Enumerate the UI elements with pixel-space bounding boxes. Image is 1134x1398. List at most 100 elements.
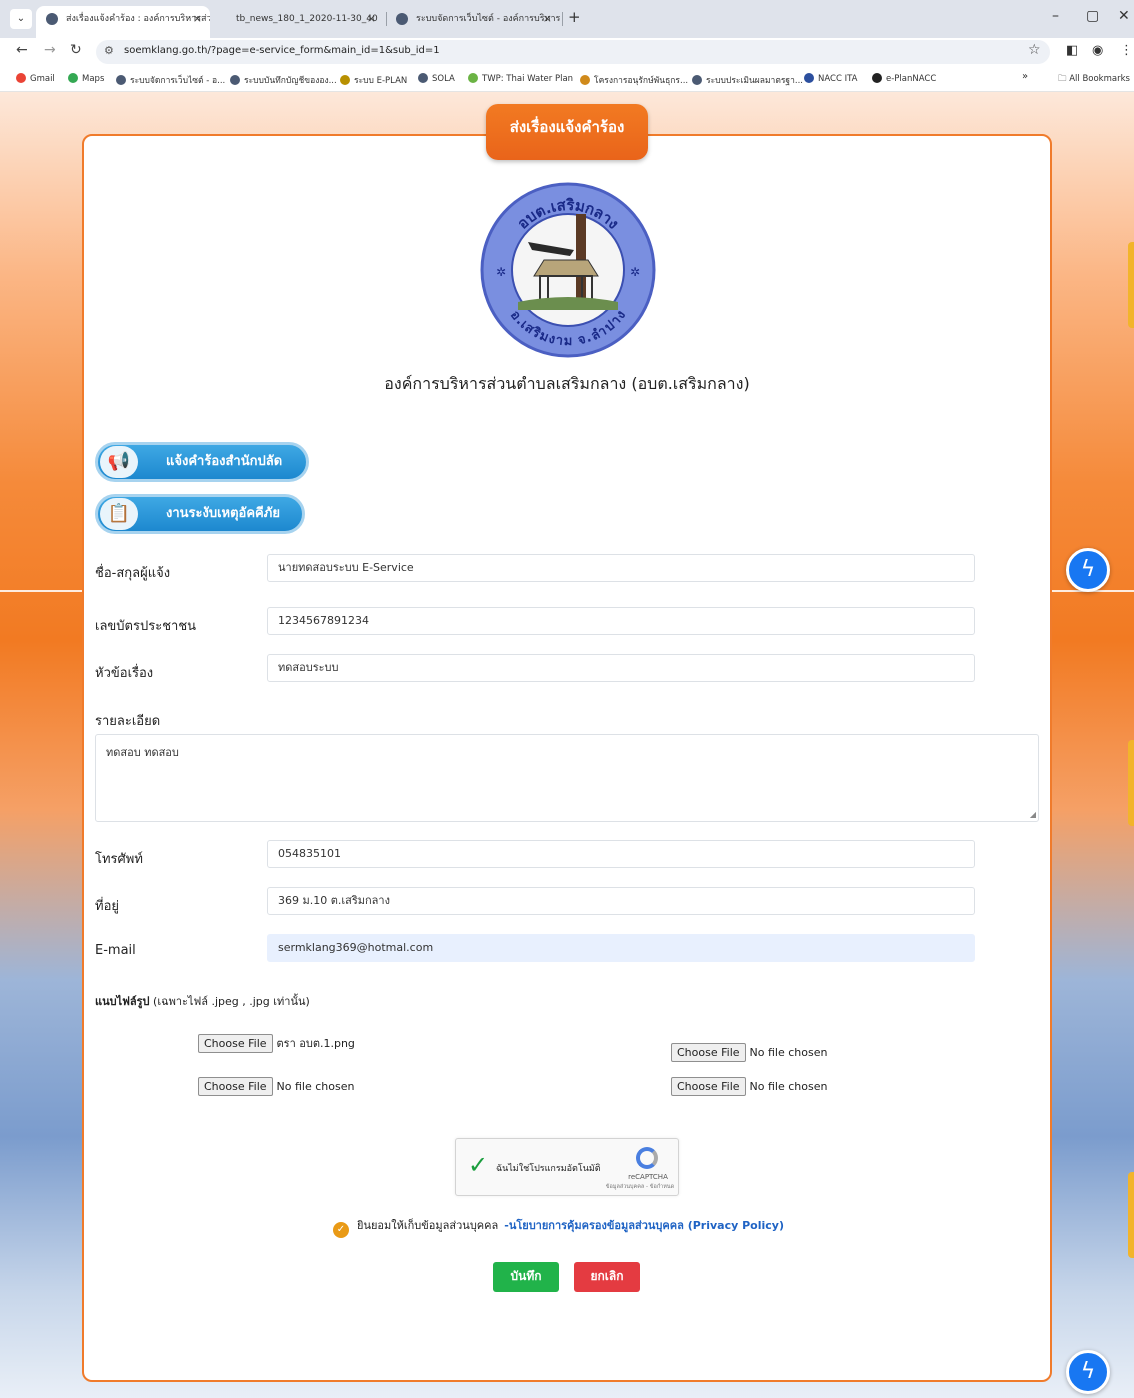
- bookmark-gmail[interactable]: Gmail: [16, 73, 55, 84]
- browser-toolbar: ← → ↻ ⚙ soemklang.go.th/?page=e-service_…: [0, 38, 1134, 66]
- back-icon[interactable]: ←: [16, 42, 28, 58]
- name-field[interactable]: นายทดสอบระบบ E-Service: [267, 554, 975, 582]
- conservation-icon: [580, 75, 590, 85]
- bookmark-assessment[interactable]: ระบบประเมินผลมาตรฐา...: [692, 73, 803, 87]
- messenger-chat-button[interactable]: ϟ: [1066, 548, 1110, 592]
- file-name: ตรา อบต.1.png: [276, 1037, 355, 1050]
- new-tab-button[interactable]: +: [568, 8, 581, 26]
- bookmark-label: e-PlanNACC: [886, 74, 937, 84]
- category-button-fire[interactable]: 📋 งานระงับเหตุอัคคีภัย: [95, 494, 305, 534]
- tab-active[interactable]: ส่งเรื่องแจ้งคำร้อง : องค์การบริหารส่วน …: [36, 6, 210, 38]
- choose-file-button[interactable]: Choose File: [198, 1077, 273, 1096]
- consent-checkbox[interactable]: ✓: [333, 1222, 349, 1238]
- profile-avatar-icon[interactable]: ◉: [1092, 43, 1103, 58]
- bookmark-eplan[interactable]: ระบบ E-PLAN: [340, 73, 407, 87]
- bookmark-label: ระบบ E-PLAN: [354, 76, 408, 86]
- site-favicon-icon: [46, 13, 58, 25]
- name-label: ชื่อ-สกุลผู้แจ้ง: [95, 566, 171, 581]
- minimize-icon[interactable]: –: [1052, 8, 1059, 24]
- organization-name: องค์การบริหารส่วนตำบลเสริมกลาง (อบต.เสริ…: [384, 374, 750, 393]
- tab-title: tb_news_180_1_2020-11-30_40: [236, 14, 378, 24]
- email-field[interactable]: sermklang369@hotmal.com: [267, 934, 975, 962]
- category-button-office[interactable]: 📢 แจ้งคำร้องสำนักปลัด: [95, 442, 309, 482]
- id-card-field[interactable]: 1234567891234: [267, 607, 975, 635]
- globe-icon: [418, 73, 428, 83]
- bookmark-nacc-ita[interactable]: NACC ITA: [804, 73, 857, 84]
- globe-icon: [230, 75, 240, 85]
- detail-text: ทดสอบ ทดสอบ: [106, 746, 179, 759]
- twp-icon: [468, 73, 478, 83]
- bookmark-maps[interactable]: Maps: [68, 73, 104, 84]
- side-widget-tab[interactable]: [1128, 1172, 1134, 1258]
- more-bookmarks-icon[interactable]: »: [1022, 71, 1028, 82]
- privacy-policy-link[interactable]: -นโยบายการคุ้มครองข้อมูลส่วนบุคคล (Priva…: [504, 1219, 784, 1232]
- bookmark-conservation[interactable]: โครงการอนุรักษ์พันธุกร...: [580, 73, 688, 87]
- phone-field[interactable]: 054835101: [267, 840, 975, 868]
- reload-icon[interactable]: ↻: [70, 42, 82, 58]
- file-input-2[interactable]: Choose File No file chosen: [198, 1077, 354, 1096]
- category-label: งานระงับเหตุอัคคีภัย: [166, 506, 280, 521]
- gmail-icon: [16, 73, 26, 83]
- tab-cms[interactable]: ระบบจัดการเว็บไซต์ - องค์การบริหาร ×: [386, 6, 560, 32]
- bookmark-label: Maps: [82, 74, 105, 84]
- bookmark-label: ระบบบันทึกบัญชีขององ...: [244, 76, 337, 86]
- consent-text: ยินยอมให้เก็บข้อมูลส่วนบุคคล: [357, 1219, 499, 1232]
- bookmark-star-icon[interactable]: ☆: [1028, 42, 1041, 58]
- svg-text:✲: ✲: [496, 265, 506, 279]
- bookmark-twp[interactable]: TWP: Thai Water Plan: [468, 73, 573, 84]
- choose-file-button[interactable]: Choose File: [671, 1043, 746, 1062]
- side-panel-icon[interactable]: ◧: [1066, 43, 1078, 58]
- close-tab-icon[interactable]: ×: [193, 6, 202, 32]
- messenger-chat-button[interactable]: ϟ: [1066, 1350, 1110, 1394]
- recaptcha-text: ฉันไม่ใช่โปรแกรมอัตโนมัติ: [496, 1164, 601, 1174]
- subject-label: หัวข้อเรื่อง: [95, 666, 154, 681]
- bookmark-label: ระบบประเมินผลมาตรฐา...: [706, 76, 803, 86]
- category-label: แจ้งคำร้องสำนักปลัด: [166, 454, 283, 469]
- bookmark-label: NACC ITA: [818, 74, 858, 84]
- all-bookmarks-label: All Bookmarks: [1069, 74, 1130, 84]
- choose-file-button[interactable]: Choose File: [198, 1034, 273, 1053]
- file-input-1[interactable]: Choose File ตรา อบต.1.png: [198, 1034, 355, 1053]
- close-window-icon[interactable]: ✕: [1118, 8, 1130, 24]
- consent-row: ✓ ยินยอมให้เก็บข้อมูลส่วนบุคคล -นโยบายการค…: [333, 1216, 784, 1238]
- save-button[interactable]: บันทึก: [493, 1262, 559, 1292]
- bookmark-label: ระบบจัดการเว็บไซต์ - อ...: [130, 76, 226, 86]
- file-input-4[interactable]: Choose File No file chosen: [671, 1077, 827, 1096]
- organization-logo: อบต.เสริมกลาง อ.เสริมงาม จ.ลำปาง ✲ ✲: [480, 182, 656, 358]
- subject-field[interactable]: ทดสอบระบบ: [267, 654, 975, 682]
- close-tab-icon[interactable]: ×: [367, 6, 376, 32]
- tab-news[interactable]: tb_news_180_1_2020-11-30_40 ×: [206, 6, 384, 32]
- detail-textarea[interactable]: ทดสอบ ทดสอบ ◢: [95, 734, 1039, 822]
- attachments-hint: (เฉพาะไฟล์ .jpeg , .jpg เท่านั้น): [153, 995, 310, 1008]
- site-info-icon[interactable]: ⚙: [104, 44, 114, 57]
- bookmark-accounting[interactable]: ระบบบันทึกบัญชีขององ...: [230, 73, 337, 87]
- tab-title: ส่งเรื่องแจ้งคำร้อง : องค์การบริหารส่วน: [66, 14, 210, 24]
- recaptcha-widget[interactable]: ✓ ฉันไม่ใช่โปรแกรมอัตโนมัติ reCAPTCHA ข้…: [455, 1138, 679, 1196]
- clipboard-icon: 📋: [100, 498, 138, 530]
- email-label: E-mail: [95, 943, 136, 958]
- bookmark-sola[interactable]: SOLA: [418, 73, 455, 84]
- file-name: No file chosen: [749, 1080, 828, 1093]
- messenger-icon: ϟ: [1080, 1359, 1096, 1384]
- maximize-icon[interactable]: ▢: [1086, 8, 1099, 24]
- home-icon: [872, 73, 882, 83]
- file-input-3[interactable]: Choose File No file chosen: [671, 1043, 827, 1062]
- bookmark-cms[interactable]: ระบบจัดการเว็บไซต์ - อ...: [116, 73, 225, 87]
- side-widget-tab[interactable]: [1128, 242, 1134, 328]
- tab-search-button[interactable]: ⌄: [10, 9, 32, 29]
- menu-kebab-icon[interactable]: ⋮: [1120, 43, 1133, 58]
- all-bookmarks-button[interactable]: 🗀 All Bookmarks: [1058, 73, 1130, 87]
- choose-file-button[interactable]: Choose File: [671, 1077, 746, 1096]
- cancel-button[interactable]: ยกเลิก: [574, 1262, 640, 1292]
- side-widget-tab[interactable]: [1128, 740, 1134, 826]
- site-favicon-icon: [396, 13, 408, 25]
- address-bar[interactable]: ⚙ soemklang.go.th/?page=e-service_form&m…: [96, 40, 1050, 64]
- recaptcha-terms[interactable]: ข้อมูลส่วนบุคคล - ข้อกำหนด: [602, 1183, 678, 1191]
- maps-icon: [68, 73, 78, 83]
- forward-icon[interactable]: →: [44, 42, 56, 58]
- resize-handle-icon[interactable]: ◢: [1030, 810, 1036, 819]
- bookmark-eplannacc[interactable]: e-PlanNACC: [872, 73, 936, 84]
- close-tab-icon[interactable]: ×: [543, 6, 552, 32]
- address-field[interactable]: 369 ม.10 ต.เสริมกลาง: [267, 887, 975, 915]
- file-name: No file chosen: [749, 1046, 828, 1059]
